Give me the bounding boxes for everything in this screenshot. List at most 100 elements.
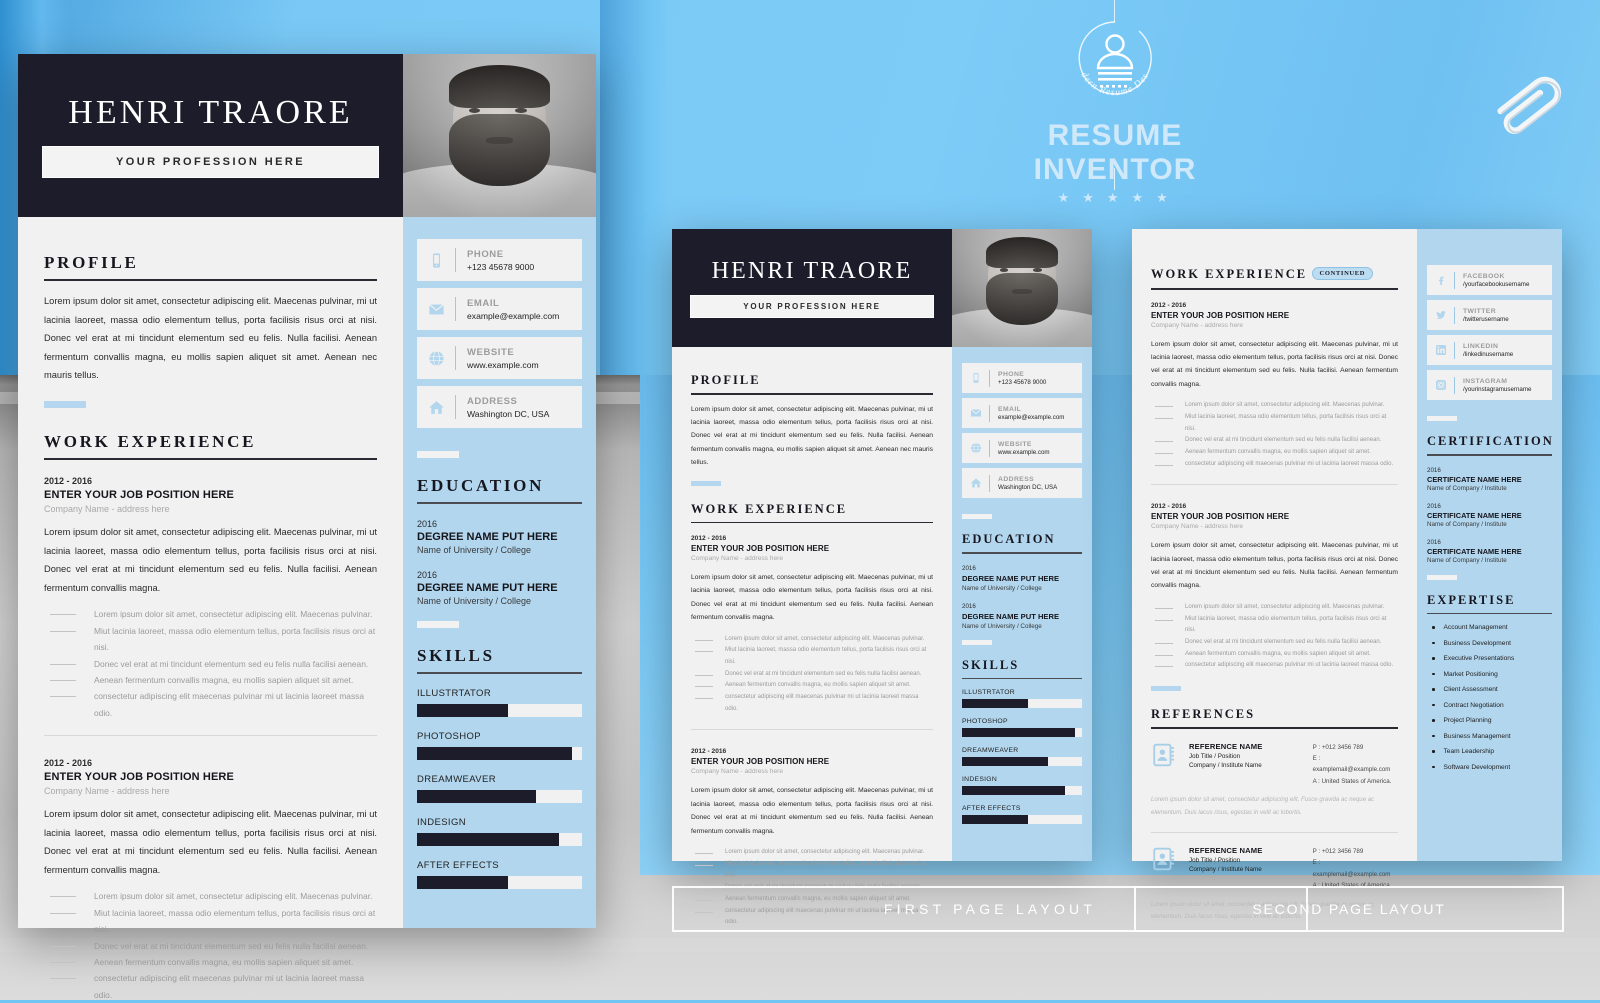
skill-name: AFTER EFFECTS: [962, 805, 1021, 812]
linkedin-card[interactable]: LINKEDIN /linkedinusername: [1427, 335, 1552, 365]
card-divider: [455, 395, 456, 419]
linkedin-icon: [1427, 344, 1454, 356]
expertise-heading: EXPERTISE: [1427, 592, 1516, 607]
certification-item: 2016 CERTIFICATE NAME HERE Name of Compa…: [1427, 467, 1552, 492]
skill-name: DREAMWEAVER: [417, 774, 496, 785]
resume-page-large: HENRI TRAORE YOUR PROFESSION HERE PROFIL…: [18, 54, 596, 1000]
education-heading: EDUCATION: [962, 532, 1056, 546]
phone-card[interactable]: PHONE +123 45678 9000: [962, 363, 1082, 393]
education-year: 2016: [962, 564, 976, 572]
card-text: TWITTER /twitterusername: [1463, 308, 1509, 323]
twitter-card[interactable]: TWITTER /twitterusername: [1427, 300, 1552, 330]
skill-bar-track: [417, 790, 582, 803]
expertise-label: Project Planning: [1443, 717, 1492, 724]
reference-email: E : examplemail@example.com: [1312, 859, 1391, 878]
job-company: Company Name - address here: [691, 555, 783, 563]
instagram-icon: [1427, 379, 1454, 391]
section-rule: [962, 677, 1082, 679]
work-experience-item: 2012 - 2016 ENTER YOUR JOB POSITION HERE…: [691, 535, 933, 715]
bullet-dash: [50, 896, 76, 898]
skill-item: DREAMWEAVER: [417, 774, 582, 803]
work-experience-item: 2012 - 2016 ENTER YOUR JOB POSITION HERE…: [1151, 302, 1398, 471]
email-card[interactable]: EMAIL example@example.com: [417, 288, 582, 330]
job-bullet: Lorem ipsum dolor sit amet, consectetur …: [1151, 400, 1398, 412]
bullet-dash: [50, 962, 76, 964]
bullet-dash: [50, 614, 76, 616]
white-accent-tab: [417, 621, 459, 628]
expertise-item: Executive Presentations: [1427, 655, 1552, 662]
website-card[interactable]: WEBSITE www.example.com: [962, 433, 1082, 463]
job-bullet: consectetur adipiscing elit maecenas pul…: [1151, 459, 1398, 471]
card-value: /twitterusername: [1463, 315, 1509, 323]
skill-item: DREAMWEAVER: [962, 747, 1082, 766]
card-label: EMAIL: [998, 405, 1022, 413]
bullet-dash: [1155, 642, 1173, 644]
divider: [691, 729, 933, 731]
job-bullet-text: Miut lacinia laoreet, massa odio element…: [1185, 413, 1387, 432]
job-bullet-text: Aenean fermentum convallis magna, eu mol…: [1185, 650, 1371, 657]
work-experience-item: 2012 - 2016 ENTER YOUR JOB POSITION HERE…: [44, 476, 377, 721]
job-summary: Lorem ipsum dolor sit amet, consectetur …: [44, 526, 377, 593]
reference-note: Lorem ipsum dolor sit amet, consectetur …: [1151, 796, 1375, 816]
card-value: +123 45678 9000: [998, 378, 1047, 386]
job-bullet-text: Miut lacinia laoreet, massa odio element…: [94, 625, 376, 653]
certification-company: Name of Company / Institute: [1427, 556, 1507, 564]
education-school: Name of University / College: [962, 584, 1042, 592]
bullet-dot-icon: [1432, 626, 1435, 629]
job-title: ENTER YOUR JOB POSITION HERE: [691, 757, 830, 767]
reference-address: A : United States of America.: [1312, 777, 1392, 785]
job-bullet: Aenean fermentum convallis magna, eu mol…: [44, 954, 377, 970]
bullet-dash: [1155, 666, 1173, 668]
job-bullet-text: consectetur adipiscing elit maecenas pul…: [1185, 460, 1394, 467]
sidebar-body: PHONE +123 45678 9000 EMAIL example@exam…: [403, 217, 596, 889]
bullet-dash: [1155, 464, 1173, 466]
reference-identity: REFERENCE NAME Job Title / Position Comp…: [1189, 846, 1305, 892]
phone-card[interactable]: PHONE +123 45678 9000: [417, 239, 582, 281]
bullet-dash: [695, 674, 713, 676]
education-item: 2016 DEGREE NAME PUT HERE Name of Univer…: [962, 603, 1082, 630]
reference-name: REFERENCE NAME: [1189, 741, 1263, 751]
education-list: 2016 DEGREE NAME PUT HERE Name of Univer…: [417, 519, 582, 606]
expertise-label: Account Management: [1443, 624, 1508, 631]
contact-list: PHONE +123 45678 9000 EMAIL example@exam…: [962, 363, 1082, 503]
bullet-dash: [1155, 452, 1173, 454]
job-title: ENTER YOUR JOB POSITION HERE: [1151, 310, 1290, 320]
job-bullet: Donec vel erat at mi tincidunt elementum…: [44, 938, 377, 954]
references-heading: REFERENCES: [1151, 707, 1256, 721]
candidate-photo: [403, 54, 596, 217]
facebook-card[interactable]: FACEBOOK /yourfacebookusername: [1427, 265, 1552, 295]
website-card[interactable]: WEBSITE www.example.com: [417, 337, 582, 379]
certification-item: 2016 CERTIFICATE NAME HERE Name of Compa…: [1427, 503, 1552, 528]
main-body: WORK EXPERIENCE CONTINUED 2012 - 2016 EN…: [1132, 229, 1417, 923]
skill-name: PHOTOSHOP: [962, 718, 1008, 725]
address-card[interactable]: ADDRESS Washington DC, USA: [417, 386, 582, 428]
page-side-column: FACEBOOK /yourfacebookusername TWITTER /…: [1417, 229, 1562, 861]
card-text: PHONE +123 45678 9000: [998, 371, 1046, 386]
card-text: ADDRESS Washington DC, USA: [467, 396, 549, 419]
address-card[interactable]: ADDRESS Washington DC, USA: [962, 468, 1082, 498]
job-bullet: Miut lacinia laoreet, massa odio element…: [691, 859, 933, 882]
reference-contact: P : +012 3456 789 E : examplemail@exampl…: [1313, 846, 1398, 892]
card-divider: [455, 346, 456, 370]
job-bullet-text: Donec vel erat at mi tincidunt elementum…: [94, 940, 369, 951]
email-card[interactable]: EMAIL example@example.com: [962, 398, 1082, 428]
job-bullet-text: Lorem ipsum dolor sit amet, consectetur …: [725, 849, 925, 856]
job-bullet-text: Aenean fermentum convallis magna, eu mol…: [94, 674, 354, 685]
job-bullet: Miut lacinia laoreet, massa odio element…: [44, 623, 377, 656]
skill-item: INDESIGN: [962, 776, 1082, 795]
bullet-dash: [1155, 619, 1173, 621]
section-rule: [44, 457, 377, 460]
bullet-dash: [695, 853, 713, 855]
job-date: 2012 - 2016: [691, 748, 727, 756]
instagram-card[interactable]: INSTAGRAM /yourinstagramusername: [1427, 370, 1552, 400]
expertise-item: Project Planning: [1427, 717, 1552, 724]
section-rule: [691, 521, 933, 524]
skill-item: ILLUSTRTATOR: [417, 688, 582, 717]
job-bullet-text: Aenean fermentum convallis magna, eu mol…: [94, 957, 354, 968]
card-text: EMAIL example@example.com: [467, 298, 559, 321]
job-company: Company Name - address here: [1151, 321, 1243, 329]
job-bullet-text: Donec vel erat at mi tincidunt elementum…: [94, 658, 369, 669]
skill-bar-track: [962, 786, 1082, 795]
main-body: PROFILE Lorem ipsum dolor sit amet, cons…: [18, 217, 403, 1003]
profile-text: Lorem ipsum dolor sit amet, consectetur …: [691, 405, 933, 467]
